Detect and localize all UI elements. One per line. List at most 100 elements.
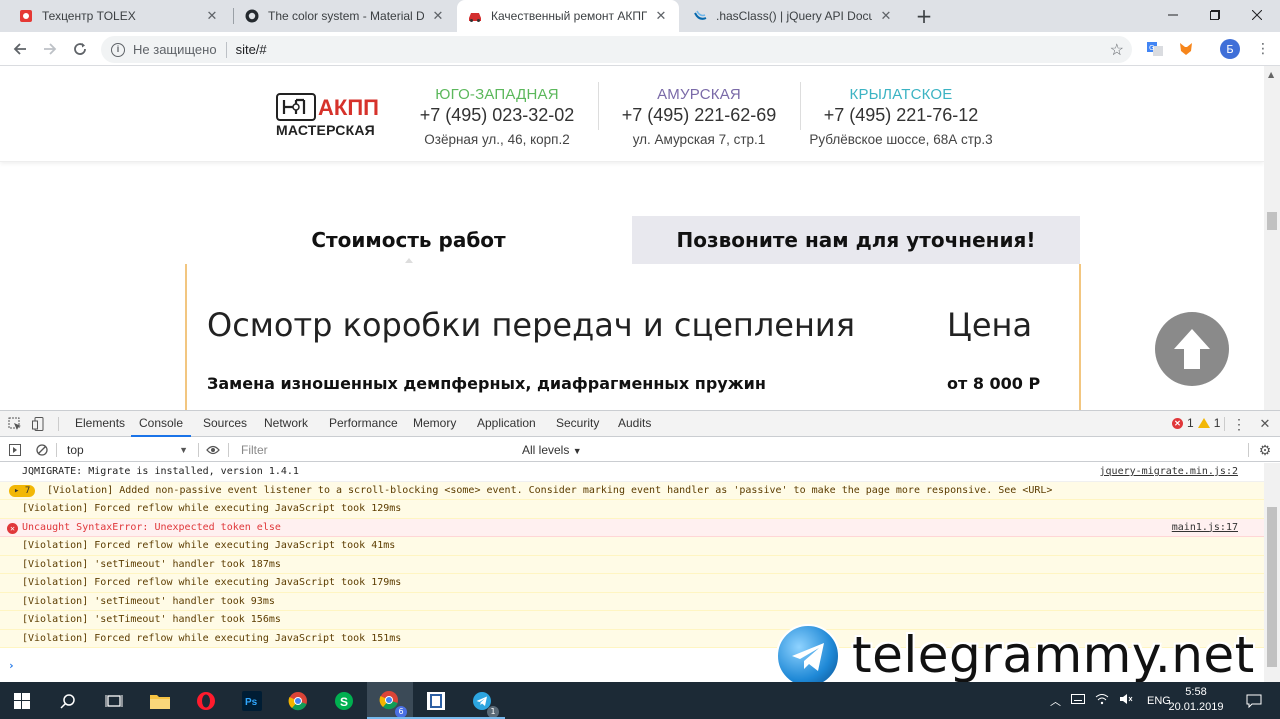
devtools-tab-network[interactable]: Network [264,411,308,437]
devtools-tab-sources[interactable]: Sources [203,411,247,437]
console-message[interactable]: [Violation] 'setTimeout' handler took 93… [0,592,1264,611]
omnibox-separator [225,41,227,58]
console-message[interactable]: [Violation] Forced reflow while executin… [0,574,1264,593]
devtools-tab-performance[interactable]: Performance [329,411,398,437]
page-viewport: АКПП МАСТЕРСКАЯ ЮГО-ЗАПАДНАЯ +7 (495) 02… [0,66,1264,410]
forward-button[interactable] [38,37,62,61]
error-count: 1 [1187,416,1194,430]
console-message[interactable]: [Violation] Forced reflow while executin… [0,537,1264,556]
system-clock[interactable]: 5:58 20.01.2019 [1166,685,1226,715]
wifi-icon[interactable] [1095,693,1109,708]
clear-console-icon[interactable] [34,442,50,458]
file-explorer-icon[interactable] [145,686,175,716]
console-prompt[interactable]: › [8,659,15,672]
windows-start-icon[interactable] [7,686,37,716]
chrome-icon[interactable] [283,686,313,716]
devtools-tab-memory[interactable]: Memory [413,411,456,437]
devtools-close-icon[interactable]: ✕ [1257,416,1273,432]
minimize-button[interactable] [1150,0,1196,30]
device-toolbar-icon[interactable] [31,416,47,432]
volume-muted-icon[interactable] [1119,693,1133,708]
console-settings-gear-icon[interactable]: ⚙ [1257,442,1273,458]
console-message[interactable]: ✕ Uncaught SyntaxError: Unexpected token… [0,518,1264,537]
inspect-element-icon[interactable] [7,416,23,432]
branch-phone[interactable]: +7 (495) 221-62-69 [599,105,799,126]
console-filter-input[interactable]: Filter [236,441,506,459]
sidebar-toggle-icon[interactable] [7,442,23,458]
message-source-link[interactable]: main1.js:17 [1172,519,1238,537]
notifications-icon[interactable] [1246,682,1262,719]
task-view-icon[interactable] [99,686,129,716]
price-table-heading: Осмотр коробки передач и сцепления [207,306,855,344]
console-message[interactable]: JQMIGRATE: Migrate is installed, version… [0,463,1264,482]
browser-tab-1[interactable]: Техцентр TOLEX ✕ [8,0,230,32]
branch-address: Рублёвское шоссе, 68А стр.3 [809,132,993,147]
log-levels-label: All levels [522,443,570,457]
telegram-icon[interactable]: 1 [467,686,499,718]
tray-chevron-up-icon[interactable]: ︿ [1050,693,1061,709]
devtools-tab-console[interactable]: Console [131,411,191,437]
site-logo[interactable]: АКПП МАСТЕРСКАЯ [276,88,386,140]
scroll-to-top-button[interactable] [1155,312,1229,386]
devtools-tab-application[interactable]: Application [477,411,536,437]
page-scrollbar[interactable]: ▲ [1264,66,1280,410]
error-icon: ✕ [1172,417,1183,429]
devtools-separator [228,443,229,457]
browser-tab-2[interactable]: The color system - Material Desig ✕ [234,0,456,32]
message-source-link[interactable]: jquery-migrate.min.js:2 [1100,463,1238,481]
browser-tab-3-active[interactable]: Качественный ремонт АКПП в М ✕ [457,0,679,32]
new-tab-button[interactable]: + [913,5,935,27]
keyboard-icon[interactable] [1071,694,1085,707]
address-bar[interactable]: i Не защищено site/# ☆ [101,36,1132,63]
reload-button[interactable] [68,37,92,61]
console-scrollbar-thumb[interactable] [1267,507,1277,667]
branch-phone[interactable]: +7 (495) 023-32-02 [397,105,597,126]
console-message[interactable]: [Violation] 'setTimeout' handler took 18… [0,555,1264,574]
close-tab-icon[interactable]: ✕ [878,9,894,24]
chrome-devtools-icon[interactable]: 6 [375,686,407,718]
console-scrollbar[interactable] [1264,463,1280,683]
devtools-tab-security[interactable]: Security [556,411,599,437]
metamask-extension-icon[interactable] [1177,40,1195,58]
app-icon[interactable] [421,686,451,716]
context-select[interactable]: top ▼ [62,441,192,459]
bookmark-star-icon[interactable]: ☆ [1110,40,1124,60]
close-window-button[interactable] [1234,0,1280,30]
live-expression-eye-icon[interactable] [205,442,221,458]
console-message[interactable]: ▸ 7 [Violation] Added non-passive event … [0,481,1264,500]
issue-counts[interactable]: ✕ 1 1 [1172,416,1220,430]
car-icon [467,8,483,24]
skype-icon[interactable]: S [329,686,359,716]
photoshop-icon[interactable]: Ps [237,686,267,716]
branch-phone[interactable]: +7 (495) 221-76-12 [801,105,1001,126]
page-scrollbar-thumb[interactable] [1267,212,1277,230]
scroll-up-arrow-icon[interactable]: ▲ [1268,70,1274,79]
console-message[interactable]: [Violation] Forced reflow while executin… [0,500,1264,519]
devtools-separator [198,443,199,457]
maximize-button[interactable] [1192,0,1238,30]
info-icon[interactable]: i [111,42,125,57]
profile-avatar[interactable]: Б [1220,39,1240,59]
browser-tab-4[interactable]: .hasClass() | jQuery API Documen ✕ [682,0,904,32]
console-filterbar: top ▼ Filter All levels ▼ ⚙ [0,438,1280,462]
search-icon[interactable] [53,686,83,716]
log-levels-dropdown[interactable]: All levels ▼ [522,441,582,459]
devtools-menu-icon[interactable]: ⋮ [1231,416,1247,432]
devtools-tab-elements[interactable]: Elements [75,411,125,437]
translate-extension-icon[interactable]: G [1146,40,1164,58]
price-column-heading: Цена [947,306,1033,344]
message-text: JQMIGRATE: Migrate is installed, version… [22,466,299,477]
menu-kebab-icon[interactable]: ⋮ [1254,40,1272,58]
branch-name: КРЫЛАТСКОЕ [849,86,953,103]
back-button[interactable] [8,37,32,61]
reload-icon [74,43,86,55]
tab-call-us[interactable]: Позвоните нам для уточнения! [632,216,1080,264]
close-tab-icon[interactable]: ✕ [204,9,220,24]
devtools-tab-audits[interactable]: Audits [618,411,651,437]
tab-price[interactable]: Стоимость работ [185,216,632,264]
message-text: [Violation] Forced reflow while executin… [22,632,402,644]
opera-icon[interactable] [191,686,221,716]
close-tab-icon[interactable]: ✕ [430,9,446,24]
close-tab-icon[interactable]: ✕ [653,9,669,24]
error-icon: ✕ [7,522,18,534]
